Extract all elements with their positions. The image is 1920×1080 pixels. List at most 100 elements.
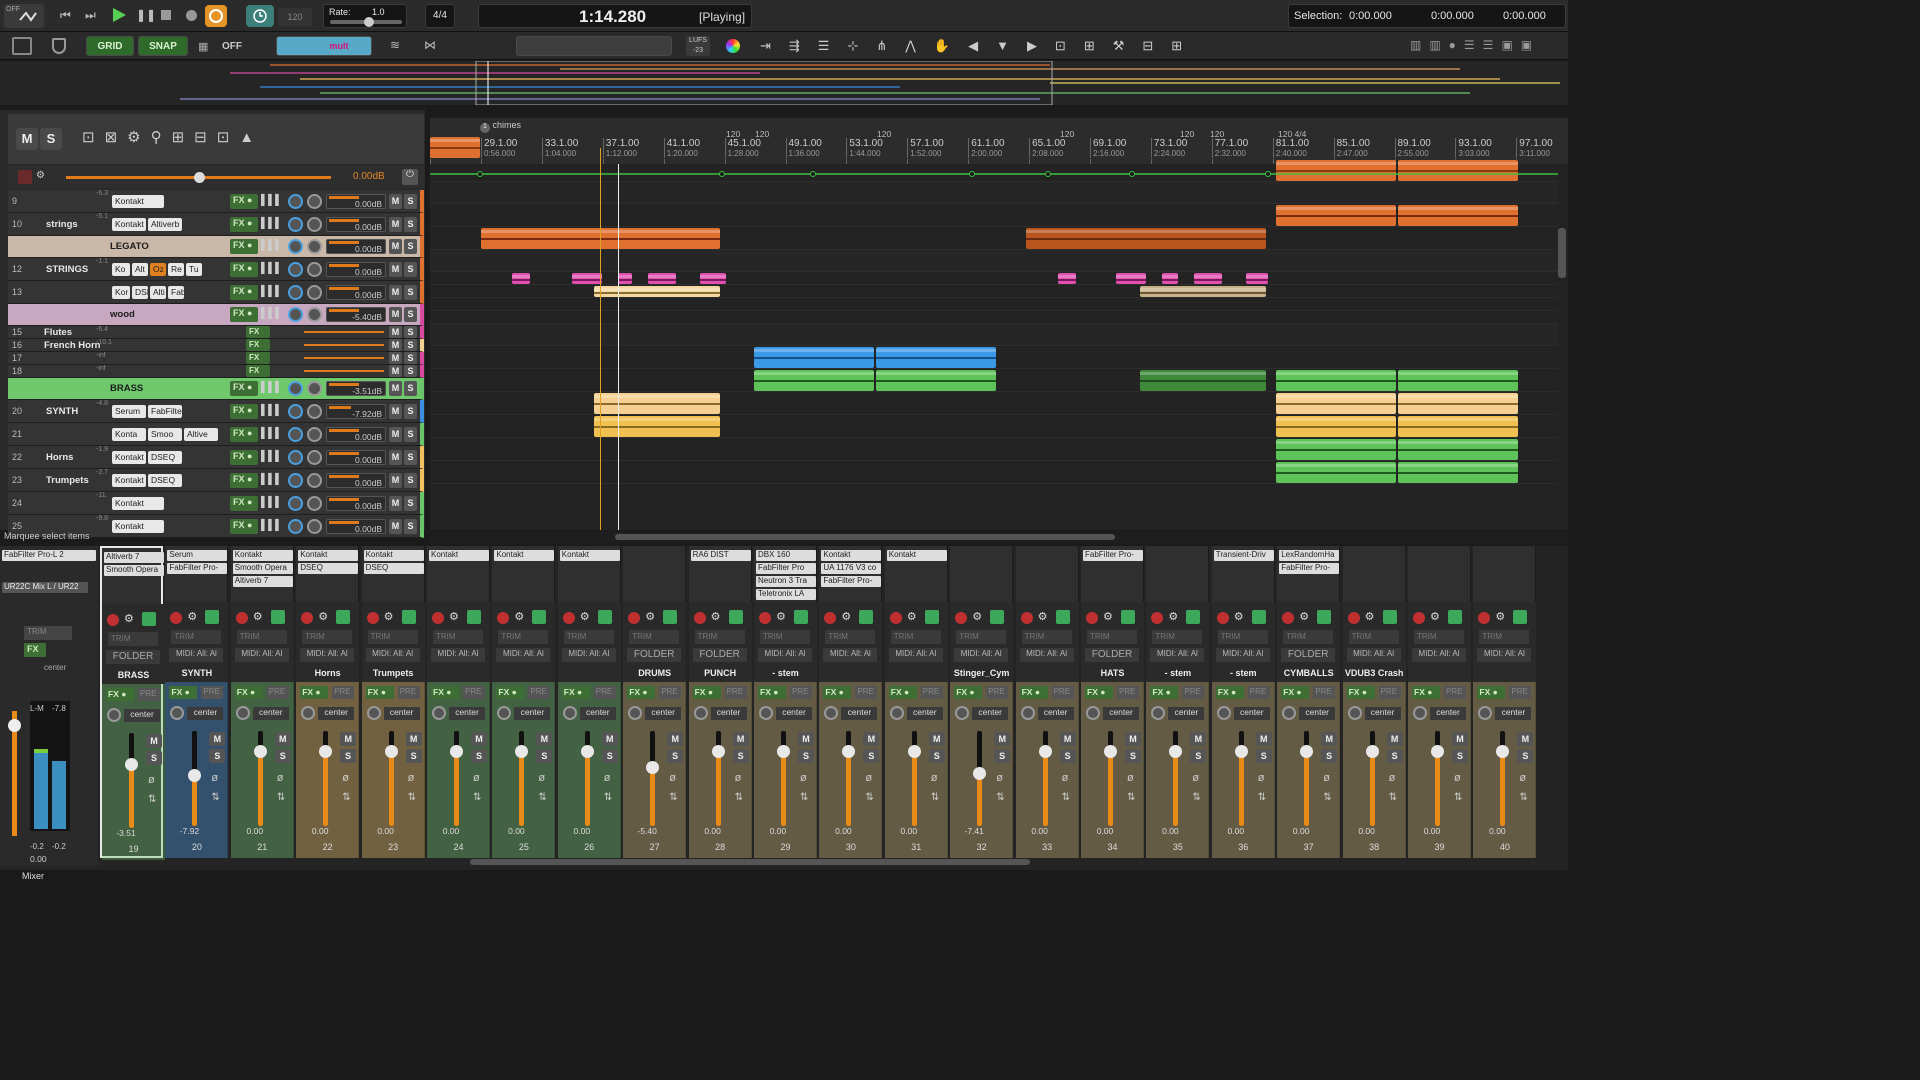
volume-fader[interactable]: 0.00dB bbox=[326, 472, 386, 488]
mixer-fx-slot[interactable]: Altiverb 7 bbox=[232, 576, 293, 587]
pan-knob[interactable] bbox=[288, 403, 303, 419]
mixer-fx-slot[interactable]: Kontakt bbox=[886, 550, 947, 561]
mixer-fx-slot[interactable]: Kontakt bbox=[821, 550, 882, 561]
color-picker-icon[interactable] bbox=[726, 39, 740, 53]
mixer-strip[interactable]: ⚙ TRIM MIDI: All: Al VDUB3 Crash FX ● PR… bbox=[1342, 546, 1406, 858]
trim-control[interactable]: TRIM bbox=[1414, 630, 1464, 644]
fx-bypass-icon[interactable]: ⇅ bbox=[865, 792, 873, 803]
phase-icon[interactable]: ▌▌▌ bbox=[261, 451, 282, 465]
media-item[interactable] bbox=[1398, 205, 1518, 226]
mute-button[interactable]: M bbox=[389, 339, 402, 351]
strip-gear-icon[interactable]: ⚙ bbox=[645, 610, 655, 623]
mixer-fx-slot[interactable]: UA 1176 V3 co bbox=[821, 563, 882, 574]
view-toggles-icons[interactable]: ▥▥●☰☰▣▣ bbox=[1410, 38, 1560, 54]
midi-input[interactable]: MIDI: All: Al bbox=[823, 648, 878, 662]
pan-knob[interactable] bbox=[288, 472, 303, 488]
master-fx-button[interactable]: FX bbox=[24, 643, 46, 657]
midi-input[interactable]: MIDI: All: Al bbox=[1215, 648, 1270, 662]
shield-icon[interactable] bbox=[52, 38, 66, 54]
pan-knob[interactable] bbox=[288, 426, 303, 442]
media-item[interactable] bbox=[1398, 439, 1518, 460]
record-arm-button[interactable] bbox=[693, 612, 706, 624]
phase-icon[interactable]: ▌▌▌ bbox=[261, 218, 282, 232]
strip-mute-button[interactable]: M bbox=[601, 732, 618, 746]
mixer-strip[interactable]: ⚙ TRIM MIDI: All: Al - stem FX ● PRE cen… bbox=[1146, 546, 1210, 858]
strip-mute-button[interactable]: M bbox=[732, 732, 749, 746]
strip-fx-button[interactable]: FX ● bbox=[692, 686, 721, 699]
strip-name[interactable]: DRUMS bbox=[623, 668, 686, 678]
monitor-button[interactable] bbox=[1448, 610, 1462, 624]
solo-button[interactable]: S bbox=[404, 284, 417, 300]
grid-size-icon[interactable]: ▦ bbox=[198, 40, 208, 53]
fx-button[interactable]: FX ● bbox=[230, 239, 258, 254]
volume-fader[interactable]: -5.40dB bbox=[326, 307, 386, 322]
strip-mute-button[interactable]: M bbox=[1517, 732, 1534, 746]
mixer-strip[interactable]: LexRandomHa FabFilter Pro- ⚙ TRIM FOLDER … bbox=[1277, 546, 1341, 858]
mute-button[interactable]: M bbox=[389, 403, 402, 419]
strip-fx-button[interactable]: FX ● bbox=[300, 686, 329, 699]
strip-mute-button[interactable]: M bbox=[1255, 732, 1272, 746]
mixer-fx-slot[interactable]: DBX 160 bbox=[756, 550, 816, 561]
strip-solo-button[interactable]: S bbox=[405, 749, 422, 763]
strip-mute-button[interactable]: M bbox=[1321, 732, 1338, 746]
fx-button[interactable]: FX bbox=[246, 339, 270, 351]
fx-button[interactable]: FX ● bbox=[230, 495, 258, 511]
monitor-button[interactable] bbox=[663, 610, 678, 624]
width-knob[interactable] bbox=[307, 284, 322, 300]
midi-input[interactable]: MIDI: All: Al bbox=[1019, 648, 1074, 662]
media-item[interactable] bbox=[594, 286, 720, 297]
fx-bypass-icon[interactable]: ⇅ bbox=[1389, 792, 1397, 803]
fx-button[interactable]: FX ● bbox=[230, 381, 258, 396]
media-item[interactable] bbox=[1276, 393, 1396, 414]
mixer-fx-slot[interactable]: Smooth Opera bbox=[232, 563, 293, 574]
mute-button[interactable]: M bbox=[389, 426, 402, 442]
strip-gear-icon[interactable]: ⚙ bbox=[776, 610, 786, 623]
folder-label[interactable]: FOLDER bbox=[692, 648, 747, 662]
strip-name[interactable]: SYNTH bbox=[165, 668, 228, 678]
strip-solo-button[interactable]: S bbox=[536, 749, 553, 763]
pan-knob[interactable] bbox=[562, 706, 577, 720]
monitor-button[interactable] bbox=[990, 610, 1005, 624]
mixer-scrollbar[interactable] bbox=[470, 859, 1030, 865]
media-item[interactable] bbox=[1058, 273, 1076, 284]
fx-button[interactable]: FX bbox=[246, 365, 270, 377]
media-item[interactable] bbox=[1276, 462, 1396, 483]
strip-name[interactable]: - stem bbox=[754, 668, 817, 678]
strip-gear-icon[interactable]: ⚙ bbox=[187, 610, 197, 623]
fader-cap[interactable] bbox=[1431, 745, 1444, 758]
goto-end-icon[interactable]: ⏭ bbox=[85, 8, 96, 23]
fader-cap[interactable] bbox=[580, 745, 594, 758]
fx-slot[interactable]: Konta bbox=[112, 427, 146, 441]
phase-invert-icon[interactable]: ø bbox=[211, 772, 218, 784]
fx-slot[interactable]: Tu bbox=[186, 262, 202, 276]
fx-bypass-icon[interactable]: ⇅ bbox=[473, 792, 481, 803]
strip-fx-button[interactable]: FX ● bbox=[561, 686, 590, 699]
strip-solo-button[interactable]: S bbox=[1321, 749, 1338, 763]
trim-control[interactable]: TRIM bbox=[760, 630, 810, 644]
volume-fader[interactable]: 0.00dB bbox=[326, 518, 386, 534]
strip-fx-button[interactable]: FX ● bbox=[234, 686, 263, 699]
trim-control[interactable]: TRIM bbox=[108, 632, 158, 646]
trim-control[interactable]: TRIM bbox=[171, 630, 222, 644]
mixer-fx-slot[interactable]: Kontakt bbox=[363, 550, 424, 561]
mixer-strip[interactable]: ⚙ TRIM MIDI: All: Al Stinger_Cym FX ● PR… bbox=[950, 546, 1014, 858]
record-arm-button[interactable] bbox=[1086, 612, 1098, 624]
monitor-button[interactable] bbox=[401, 610, 416, 624]
fx-slot[interactable]: Serum bbox=[112, 404, 146, 418]
stop-icon[interactable] bbox=[161, 10, 171, 20]
fader-cap[interactable] bbox=[1104, 745, 1117, 758]
monitor-button[interactable] bbox=[1186, 610, 1201, 624]
fx-slot[interactable]: Kontakt bbox=[112, 194, 164, 208]
fx-button[interactable]: FX ● bbox=[230, 216, 258, 232]
strip-mute-button[interactable]: M bbox=[1125, 732, 1141, 746]
fx-button[interactable]: FX ● bbox=[230, 518, 258, 534]
solo-button[interactable]: S bbox=[404, 216, 417, 232]
record-arm-button[interactable] bbox=[889, 612, 902, 624]
pre-button[interactable]: PRE bbox=[1247, 686, 1270, 699]
mixer-fx-slot[interactable]: Kontakt bbox=[559, 550, 620, 561]
strip-solo-button[interactable]: S bbox=[732, 749, 749, 763]
strip-fx-button[interactable]: FX ● bbox=[758, 686, 786, 699]
phase-icon[interactable]: ▌▌▌ bbox=[261, 520, 282, 534]
trim-control[interactable]: TRIM bbox=[563, 630, 614, 644]
midi-input[interactable]: MIDI: All: Al bbox=[1412, 648, 1466, 662]
